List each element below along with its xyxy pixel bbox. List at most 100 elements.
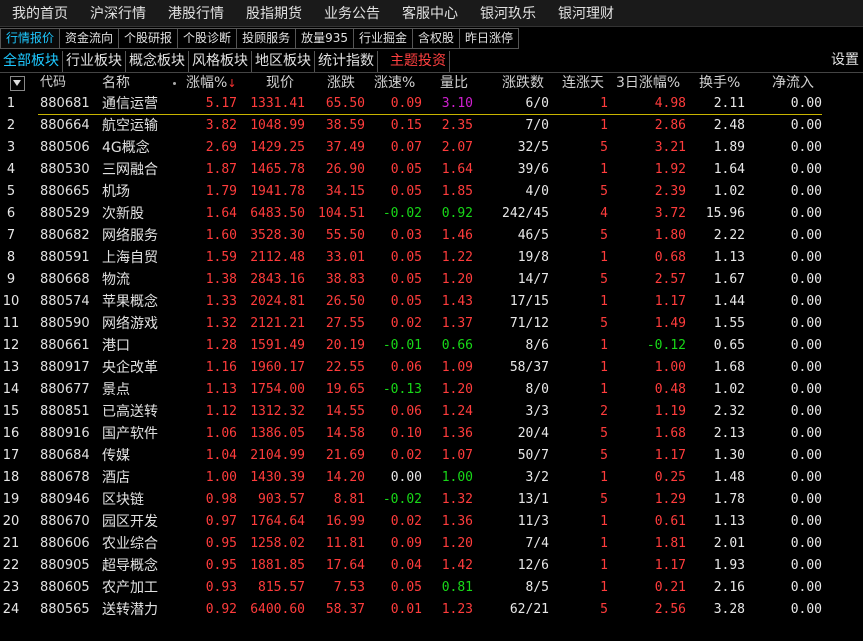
- col-3day-change-header[interactable]: 3日涨幅%: [616, 73, 688, 93]
- row-price: 6483.50: [250, 206, 305, 221]
- row-index: 1: [6, 96, 16, 111]
- col-consecutive-up-header[interactable]: 连涨天: [562, 73, 610, 93]
- tab-stock-diagnosis[interactable]: 个股诊断: [178, 28, 238, 49]
- board-industry[interactable]: 行业板块: [63, 50, 126, 72]
- row-change: 11.81: [325, 536, 365, 551]
- menu-yinhe-licai[interactable]: 银河理财: [547, 3, 625, 23]
- menu-yinhe-jiule[interactable]: 银河玖乐: [469, 3, 547, 23]
- table-row[interactable]: 7 880682 网络服务 1.60 3528.30 55.50 0.03 1.46 46/5 5…: [0, 225, 863, 247]
- table-row[interactable]: 21 880606 农业综合 0.95 1258.02 11.81 0.09 1.20 7/4 1…: [0, 533, 863, 555]
- row-change-pct: 1.33: [205, 294, 237, 309]
- board-concept[interactable]: 概念板块: [126, 50, 189, 72]
- board-stat-index[interactable]: 统计指数: [315, 50, 378, 72]
- table-row[interactable]: 16 880916 国产软件 1.06 1386.05 14.58 0.10 1.36 20/4…: [0, 423, 863, 445]
- menu-announcements[interactable]: 业务公告: [313, 3, 391, 23]
- col-volume-ratio-header[interactable]: 量比: [440, 73, 472, 93]
- table-row[interactable]: 20 880670 园区开发 0.97 1764.64 16.99 0.02 1.36 11/3…: [0, 511, 863, 533]
- row-code: 880530: [40, 162, 90, 177]
- table-row[interactable]: 10 880574 苹果概念 1.33 2024.81 26.50 0.05 1.43 17/1…: [0, 291, 863, 313]
- menu-home[interactable]: 我的首页: [0, 3, 79, 23]
- row-3day-change: 1.92: [654, 162, 686, 177]
- table-row[interactable]: 14 880677 景点 1.13 1754.00 19.65 -0.13 1.20 8/0 1 0…: [0, 379, 863, 401]
- menu-customer-service[interactable]: 客服中心: [391, 3, 469, 23]
- row-price: 1764.64: [250, 514, 305, 529]
- table-row[interactable]: 23 880605 农产加工 0.93 815.57 7.53 0.05 0.81 8/5 1 0.…: [0, 577, 863, 599]
- table-row[interactable]: 3 880506 4G概念 2.69 1429.25 37.49 0.07 2.07 32/5 5…: [0, 137, 863, 159]
- row-turnover: 1.13: [713, 514, 745, 529]
- row-change: 34.15: [325, 184, 365, 199]
- row-name: 苹果概念: [102, 294, 158, 310]
- table-row[interactable]: 4 880530 三网融合 1.87 1465.78 26.90 0.05 1.64 39/6 1…: [0, 159, 863, 181]
- row-turnover: 2.16: [713, 580, 745, 595]
- board-style[interactable]: 风格板块: [189, 50, 252, 72]
- table-row[interactable]: 8 880591 上海自贸 1.59 2112.48 33.01 0.05 1.22 19/8 1…: [0, 247, 863, 269]
- row-speed: 0.02: [390, 514, 422, 529]
- row-speed: 0.05: [390, 162, 422, 177]
- tab-rights-stocks[interactable]: 含权股: [413, 28, 461, 49]
- row-change-pct: 1.87: [205, 162, 237, 177]
- table-row[interactable]: 13 880917 央企改革 1.16 1960.17 22.55 0.06 1.09 58/3…: [0, 357, 863, 379]
- row-name: 三网融合: [102, 162, 158, 178]
- row-turnover: 1.93: [713, 558, 745, 573]
- tab-stock-research[interactable]: 个股研报: [119, 28, 179, 49]
- menu-hk-quotes[interactable]: 港股行情: [157, 3, 235, 23]
- col-updown-count-header[interactable]: 涨跌数: [502, 73, 550, 93]
- table-row[interactable]: 5 880665 机场 1.79 1941.78 34.15 0.05 1.85 4/0 5 2.3…: [0, 181, 863, 203]
- tab-industry-mining[interactable]: 行业掘金: [353, 28, 413, 49]
- table-row[interactable]: 18 880678 酒店 1.00 1430.39 14.20 0.00 1.00 3/2 1 0.…: [0, 467, 863, 489]
- row-price: 1591.49: [250, 338, 305, 353]
- row-updown-count: 6/0: [525, 96, 549, 111]
- col-turnover-header[interactable]: 换手%: [699, 73, 747, 93]
- tab-yesterday-limit-up[interactable]: 昨日涨停: [460, 28, 520, 49]
- row-turnover: 1.13: [713, 250, 745, 265]
- table-row[interactable]: 15 880851 已高送转 1.12 1312.32 14.55 0.06 1.24 3/3 2…: [0, 401, 863, 423]
- tab-volume-935[interactable]: 放量935: [296, 28, 354, 49]
- table-row[interactable]: 9 880668 物流 1.38 2843.16 38.83 0.05 1.20 14/7 5 2.…: [0, 269, 863, 291]
- row-code: 880677: [40, 382, 90, 397]
- row-speed: 0.05: [390, 294, 422, 309]
- row-price: 815.57: [258, 580, 305, 595]
- table-row[interactable]: 6 880529 次新股 1.64 6483.50 104.51 -0.02 0.92 242/…: [0, 203, 863, 225]
- row-speed: 0.05: [390, 580, 422, 595]
- table-row[interactable]: 11 880590 网络游戏 1.32 2121.21 27.55 0.02 1.37 71/1…: [0, 313, 863, 335]
- col-change-pct-header[interactable]: 涨幅%↓: [186, 73, 244, 93]
- col-name-header[interactable]: 名称: [102, 73, 174, 93]
- board-region[interactable]: 地区板块: [252, 50, 315, 72]
- row-consecutive-up: 5: [600, 426, 608, 441]
- table-row[interactable]: 2 880664 航空运输 3.82 1048.99 38.59 0.15 2.35 7/0 1 2…: [0, 115, 863, 137]
- table-row[interactable]: 22 880905 超导概念 0.95 1881.85 17.64 0.04 1.42 12/6…: [0, 555, 863, 577]
- row-speed: 0.00: [390, 470, 422, 485]
- row-name: 传媒: [102, 448, 130, 464]
- board-theme-invest[interactable]: 主题投资: [378, 50, 450, 72]
- col-speed-header[interactable]: 涨速%: [374, 73, 422, 93]
- dropdown-arrow-icon[interactable]: [10, 76, 25, 91]
- col-price-header[interactable]: 现价: [266, 73, 306, 93]
- tab-fund-flow[interactable]: 资金流向: [60, 28, 120, 49]
- row-index: 24: [2, 602, 20, 617]
- settings-button[interactable]: 设置: [831, 50, 859, 71]
- row-code: 880606: [40, 536, 90, 551]
- tab-advisor-service[interactable]: 投顾服务: [237, 28, 297, 49]
- board-all[interactable]: 全部板块: [0, 50, 63, 72]
- table-row[interactable]: 19 880946 区块链 0.98 903.57 8.81 -0.02 1.32 13/1 5 1…: [0, 489, 863, 511]
- sort-desc-icon: ↓: [227, 77, 237, 90]
- menu-hushen-quotes[interactable]: 沪深行情: [79, 3, 157, 23]
- row-price: 1465.78: [250, 162, 305, 177]
- row-name: 4G概念: [102, 140, 150, 156]
- table-row[interactable]: 24 880565 送转潜力 0.92 6400.60 58.37 0.01 1.23 62/2…: [0, 599, 863, 621]
- row-volume-ratio: 1.24: [441, 404, 473, 419]
- row-turnover: 2.01: [713, 536, 745, 551]
- table-row[interactable]: 1 880681 通信运营 5.17 1331.41 65.50 0.09 3.10 6/0 1 4…: [0, 93, 863, 115]
- col-net-inflow-header[interactable]: 净流入: [772, 73, 820, 93]
- col-code-header[interactable]: 代码: [40, 73, 100, 93]
- menu-index-futures[interactable]: 股指期货: [235, 3, 313, 23]
- tab-quotes[interactable]: 行情报价: [0, 28, 61, 49]
- table-row[interactable]: 17 880684 传媒 1.04 2104.99 21.69 0.02 1.07 50/7 5 1…: [0, 445, 863, 467]
- col-change-header[interactable]: 涨跌: [327, 73, 365, 93]
- row-name: 机场: [102, 184, 130, 200]
- row-consecutive-up: 5: [600, 228, 608, 243]
- row-change-pct: 1.04: [205, 448, 237, 463]
- table-row[interactable]: 12 880661 港口 1.28 1591.49 20.19 -0.01 0.66 8/6 1 -…: [0, 335, 863, 357]
- row-code: 880678: [40, 470, 90, 485]
- row-code: 880681: [40, 96, 90, 111]
